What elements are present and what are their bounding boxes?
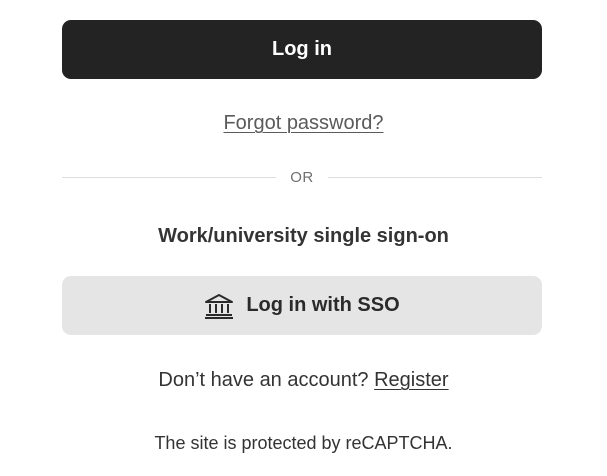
- register-row: Don’t have an account? Register: [0, 369, 607, 392]
- sso-heading: Work/university single sign-on: [158, 225, 449, 247]
- forgot-password-link[interactable]: Forgot password?: [223, 112, 383, 134]
- sso-button-label: Log in with SSO: [246, 294, 400, 316]
- register-link[interactable]: Register: [374, 369, 448, 391]
- login-button[interactable]: Log in: [62, 20, 542, 79]
- login-button-label: Log in: [272, 38, 332, 60]
- forgot-password-row: Forgot password?: [0, 112, 607, 135]
- bank-icon: [204, 293, 234, 319]
- divider-line-left: [62, 177, 276, 178]
- divider-line-right: [328, 177, 542, 178]
- sso-login-button[interactable]: Log in with SSO: [62, 276, 542, 335]
- divider-or-text: OR: [290, 169, 314, 186]
- register-prompt: Don’t have an account?: [158, 369, 369, 391]
- recaptcha-note: The site is protected by reCAPTCHA.: [154, 433, 453, 453]
